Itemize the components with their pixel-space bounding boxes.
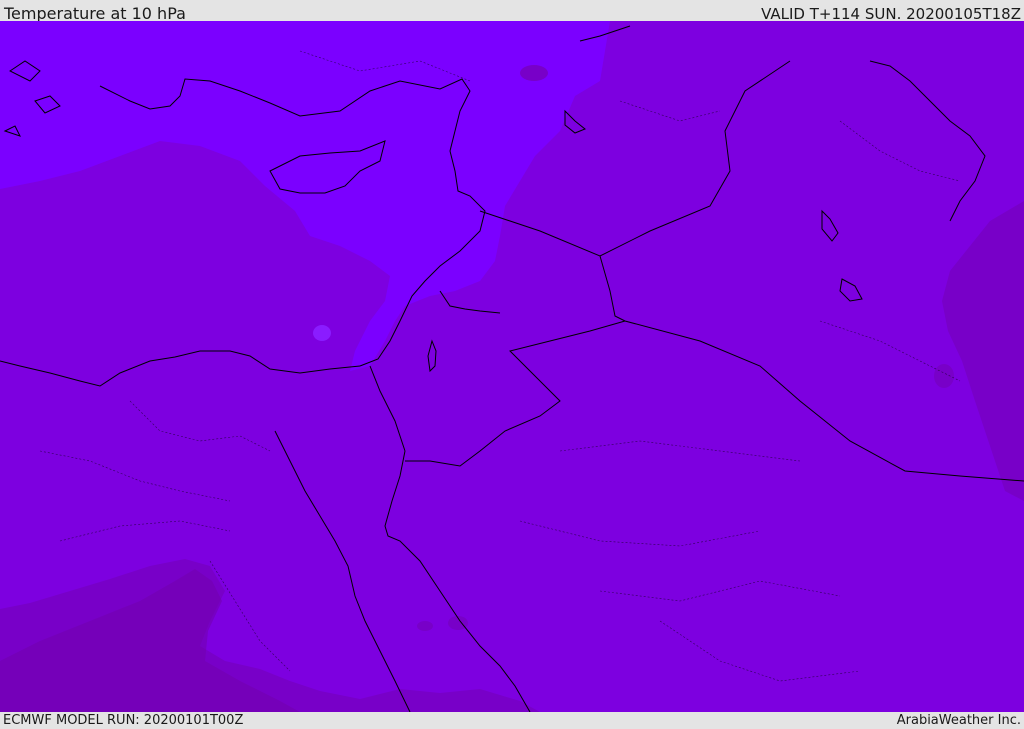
- footer-bar: ECMWF MODEL RUN: 20200101T00Z ArabiaWeat…: [0, 712, 1024, 729]
- field-blob: [417, 621, 433, 631]
- credit-text: ArabiaWeather Inc.: [896, 713, 1021, 728]
- temperature-map: [0, 21, 1024, 712]
- model-run: ECMWF MODEL RUN: 20200101T00Z: [3, 713, 244, 728]
- field-blob: [313, 325, 331, 341]
- field-blob: [934, 364, 954, 388]
- map-frame: Temperature at 10 hPa VALID T+114 SUN. 2…: [0, 0, 1024, 729]
- header-bar: Temperature at 10 hPa VALID T+114 SUN. 2…: [0, 0, 1024, 23]
- field-blob: [520, 65, 548, 81]
- map-area: [0, 21, 1024, 712]
